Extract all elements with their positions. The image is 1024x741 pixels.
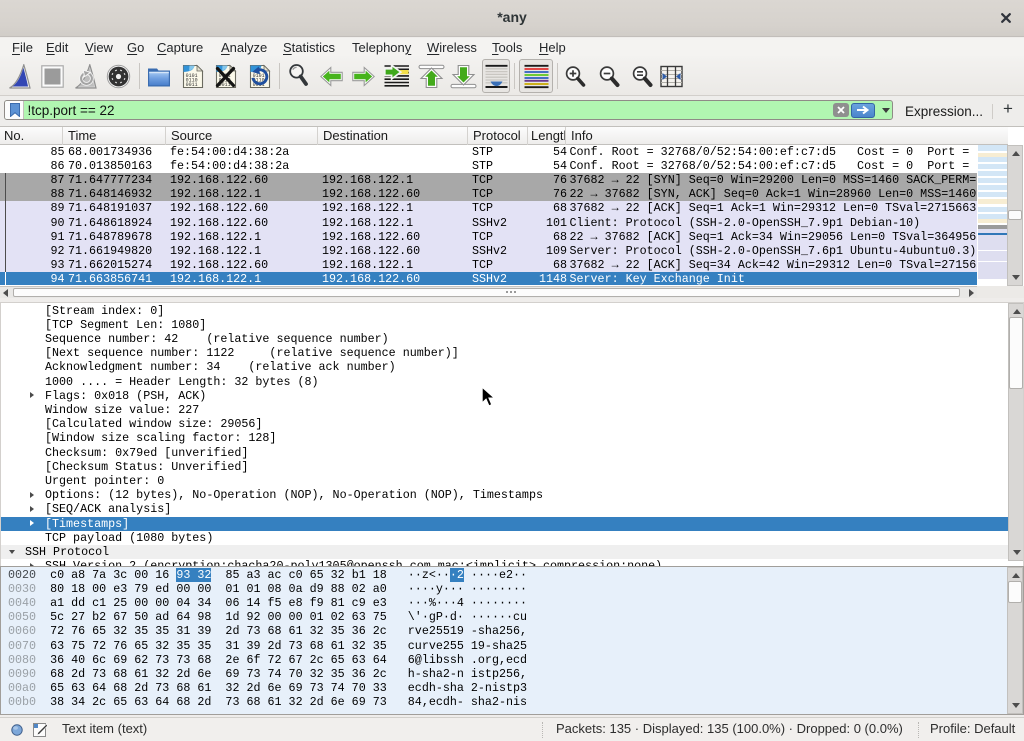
svg-text:0011: 0011	[186, 82, 198, 88]
